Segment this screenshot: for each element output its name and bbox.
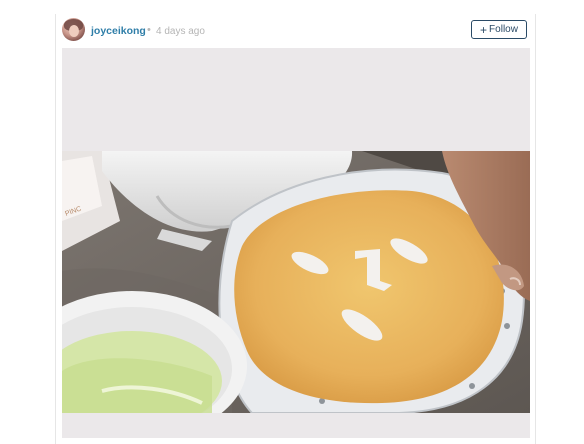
photo-image: PINC xyxy=(62,151,530,413)
username-link[interactable]: joyceikong xyxy=(91,25,146,37)
post-card: joyceikong • 4 days ago + Follow PINC xyxy=(55,14,536,444)
avatar[interactable] xyxy=(62,18,85,41)
post-photo[interactable]: PINC xyxy=(62,151,530,413)
post-header: joyceikong • 4 days ago + Follow xyxy=(56,14,535,47)
separator-dot: • xyxy=(147,24,151,36)
avatar-face xyxy=(69,25,79,37)
follow-button[interactable]: + Follow xyxy=(471,20,527,39)
post-media[interactable]: PINC xyxy=(62,48,530,438)
follow-button-label: Follow xyxy=(489,24,518,35)
post-timestamp: 4 days ago xyxy=(156,26,205,37)
plus-icon: + xyxy=(480,22,488,37)
